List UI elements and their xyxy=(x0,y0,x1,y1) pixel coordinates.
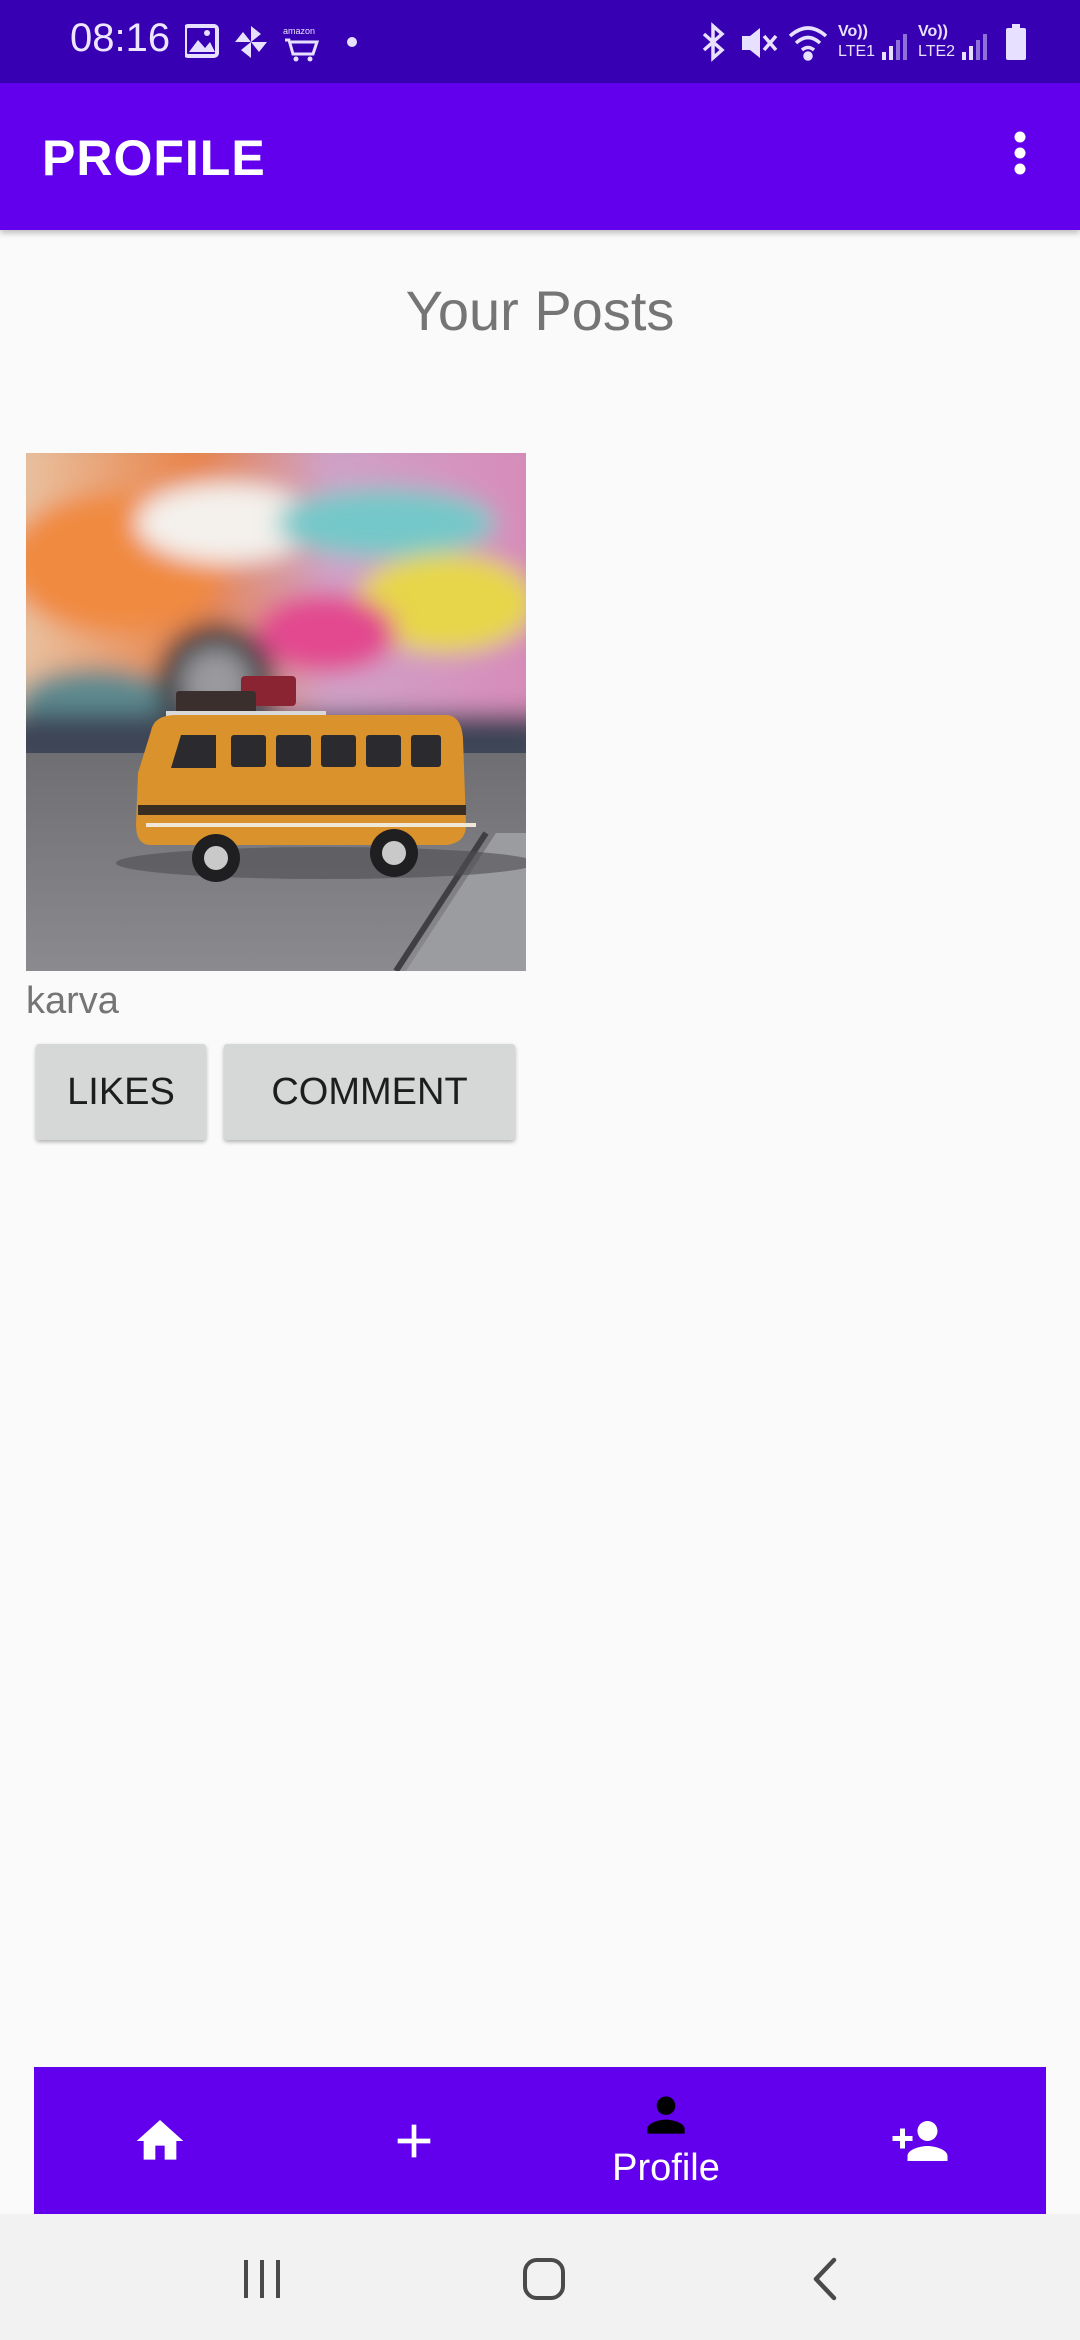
svg-text:Vo)): Vo)) xyxy=(918,23,948,40)
more-vert-icon xyxy=(1014,131,1026,175)
bottom-navigation: Profile xyxy=(34,2067,1046,2214)
nav-label-profile: Profile xyxy=(612,2147,720,2189)
nav-item-home[interactable] xyxy=(60,2067,260,2214)
system-home-button[interactable] xyxy=(504,2244,584,2314)
lte1-signal-icon: Vo)) LTE1 xyxy=(838,23,907,60)
back-icon xyxy=(813,2257,837,2301)
person-add-icon xyxy=(892,2121,948,2161)
bluetooth-icon xyxy=(702,22,725,62)
home-icon xyxy=(136,2120,184,2160)
image-icon xyxy=(185,24,219,58)
home-circle-icon xyxy=(523,2258,565,2300)
system-navigation-bar xyxy=(0,2214,1080,2340)
wifi-icon xyxy=(788,26,828,61)
section-title: Your Posts xyxy=(405,279,675,342)
likes-button[interactable]: LIKES xyxy=(36,1044,206,1140)
status-right-icons: Vo)) LTE1 Vo)) LTE2 xyxy=(702,22,1026,62)
post-username: karva xyxy=(26,980,119,1022)
dot-icon xyxy=(347,37,357,47)
status-time: 08:16 xyxy=(70,16,171,60)
page-title: PROFILE xyxy=(42,130,266,186)
mute-icon xyxy=(742,28,778,58)
comment-button[interactable]: COMMENT xyxy=(224,1044,515,1140)
nav-item-profile[interactable]: Profile xyxy=(566,2067,766,2214)
nav-item-add-friend[interactable] xyxy=(820,2067,1020,2214)
overflow-menu-button[interactable] xyxy=(996,127,1044,187)
svg-text:amazon: amazon xyxy=(283,26,315,36)
svg-text:LTE1: LTE1 xyxy=(838,43,875,60)
status-bar: 08:16 amazon Vo)) LTE1 Vo)) LTE2 xyxy=(0,0,1080,83)
svg-text:LTE2: LTE2 xyxy=(918,43,955,60)
battery-icon xyxy=(1006,24,1026,60)
lte2-signal-icon: Vo)) LTE2 xyxy=(918,23,987,60)
status-left-icons: amazon xyxy=(185,24,357,62)
pinwheel-icon xyxy=(235,26,267,58)
person-icon xyxy=(647,2096,685,2134)
nav-item-add[interactable] xyxy=(314,2067,514,2214)
recents-button[interactable] xyxy=(222,2244,302,2314)
app-bar: PROFILE xyxy=(0,83,1080,230)
back-button[interactable] xyxy=(786,2244,866,2314)
svg-text:Vo)): Vo)) xyxy=(838,23,868,40)
toy-van-photo xyxy=(26,453,526,971)
amazon-icon: amazon xyxy=(283,26,320,62)
recents-icon xyxy=(244,2260,280,2298)
post-image[interactable] xyxy=(26,453,526,971)
add-icon xyxy=(397,2124,431,2158)
